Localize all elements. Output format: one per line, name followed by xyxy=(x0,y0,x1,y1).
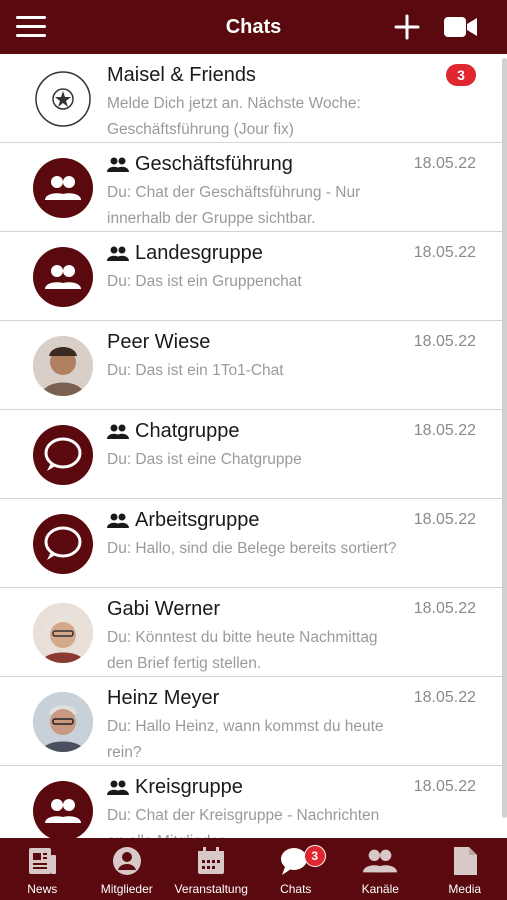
chat-preview: Du: Hallo, sind die Belege bereits sorti… xyxy=(107,540,397,557)
chat-list-item[interactable]: Kreisgruppe Du: Chat der Kreisgruppe - N… xyxy=(0,766,507,838)
chat-name: Maisel & Friends xyxy=(107,64,256,86)
chat-name: Peer Wiese xyxy=(107,331,211,353)
group-avatar-icon xyxy=(33,247,93,307)
chat-bubble-avatar-icon xyxy=(33,514,93,574)
chat-name: Landesgruppe xyxy=(135,242,263,264)
chat-list-item[interactable]: Maisel & Friends Melde Dich jetzt an. Nä… xyxy=(0,54,507,143)
chat-preview: Du: Chat der Geschäftsführung - Nur inne… xyxy=(107,184,361,227)
calendar-icon xyxy=(194,844,228,878)
unread-badge: 3 xyxy=(303,845,326,867)
tab-news[interactable]: News xyxy=(0,838,85,900)
tab-label: Kanäle xyxy=(361,882,399,896)
chat-list-item[interactable]: Arbeitsgruppe Du: Hallo, sind die Belege… xyxy=(0,499,507,588)
chat-preview: Melde Dich jetzt an. Nächste Woche: Gesc… xyxy=(107,95,361,138)
avatar xyxy=(33,692,93,752)
chat-list: Maisel & Friends Melde Dich jetzt an. Nä… xyxy=(0,54,507,838)
group-icon xyxy=(107,780,129,795)
chat-date: 18.05.22 xyxy=(413,778,476,795)
tab-veranstaltung[interactable]: Veranstaltung xyxy=(169,838,254,900)
chat-preview: Du: Das ist eine Chatgruppe xyxy=(107,451,302,468)
chat-preview: Du: Hallo Heinz, wann kommst du heute re… xyxy=(107,718,384,761)
chat-list-item[interactable]: Heinz Meyer Du: Hallo Heinz, wann kommst… xyxy=(0,677,507,766)
chat-preview: Du: Das ist ein Gruppenchat xyxy=(107,273,302,290)
chat-bubble-avatar-icon xyxy=(33,425,93,485)
group-icon xyxy=(107,246,129,261)
chat-date: 18.05.22 xyxy=(413,333,476,350)
chat-preview: Du: Das ist ein 1To1-Chat xyxy=(107,362,284,379)
group-icon xyxy=(107,424,129,439)
chat-date: 18.05.22 xyxy=(413,600,476,617)
avatar xyxy=(33,603,93,663)
channels-icon xyxy=(363,844,398,878)
chat-list-item[interactable]: Chatgruppe Du: Das ist eine Chatgruppe 1… xyxy=(0,410,507,499)
chat-list-item[interactable]: Geschäftsführung Du: Chat der Geschäftsf… xyxy=(0,143,507,232)
chat-name: Gabi Werner xyxy=(107,598,221,620)
plus-icon[interactable] xyxy=(393,13,421,41)
bottom-tab-bar: News Mitglieder Veranstaltung 3 Chats Ka… xyxy=(0,838,507,900)
group-avatar-icon xyxy=(33,158,93,218)
tab-media[interactable]: Media xyxy=(423,838,507,900)
tab-label: News xyxy=(27,882,58,896)
tab-label: Media xyxy=(448,882,482,896)
top-app-bar: Chats xyxy=(0,0,507,54)
tab-label: Mitglieder xyxy=(100,882,153,896)
chat-date: 18.05.22 xyxy=(413,244,476,261)
video-camera-icon[interactable] xyxy=(443,14,479,40)
page-title: Chats xyxy=(225,15,282,38)
member-icon xyxy=(110,844,144,878)
group-icon xyxy=(107,157,129,172)
chat-list-item[interactable]: Landesgruppe Du: Das ist ein Gruppenchat… xyxy=(0,232,507,321)
chat-list-item[interactable]: Gabi Werner Du: Könntest du bitte heute … xyxy=(0,588,507,677)
chat-date: 18.05.22 xyxy=(413,155,476,172)
chat-preview: Du: Chat der Kreisgruppe - Nachrichten a… xyxy=(107,807,380,838)
avatar xyxy=(33,336,93,396)
tab-mitglieder[interactable]: Mitglieder xyxy=(85,838,170,900)
tab-kanaele[interactable]: Kanäle xyxy=(338,838,423,900)
group-avatar-icon xyxy=(33,781,93,838)
chat-date: 18.05.22 xyxy=(413,689,476,706)
news-icon xyxy=(25,844,59,878)
unread-badge: 3 xyxy=(446,64,476,86)
group-icon xyxy=(107,513,129,528)
document-icon xyxy=(448,844,482,878)
chat-preview: Du: Könntest du bitte heute Nachmittag d… xyxy=(107,629,378,672)
tab-label: Veranstaltung xyxy=(174,882,248,896)
hamburger-menu-icon[interactable] xyxy=(16,16,46,38)
chat-name: Heinz Meyer xyxy=(107,687,220,709)
maisel-logo xyxy=(33,69,93,129)
tab-chats[interactable]: 3 Chats xyxy=(254,838,339,900)
chat-date: 18.05.22 xyxy=(413,511,476,528)
chat-name: Arbeitsgruppe xyxy=(135,509,260,531)
chat-name: Chatgruppe xyxy=(135,420,240,442)
chat-date: 18.05.22 xyxy=(413,422,476,439)
chat-name: Kreisgruppe xyxy=(135,776,243,798)
tab-label: Chats xyxy=(280,882,312,896)
chat-name: Geschäftsführung xyxy=(135,153,293,175)
chat-list-item[interactable]: Peer Wiese Du: Das ist ein 1To1-Chat 18.… xyxy=(0,321,507,410)
scrollbar[interactable] xyxy=(502,58,507,818)
